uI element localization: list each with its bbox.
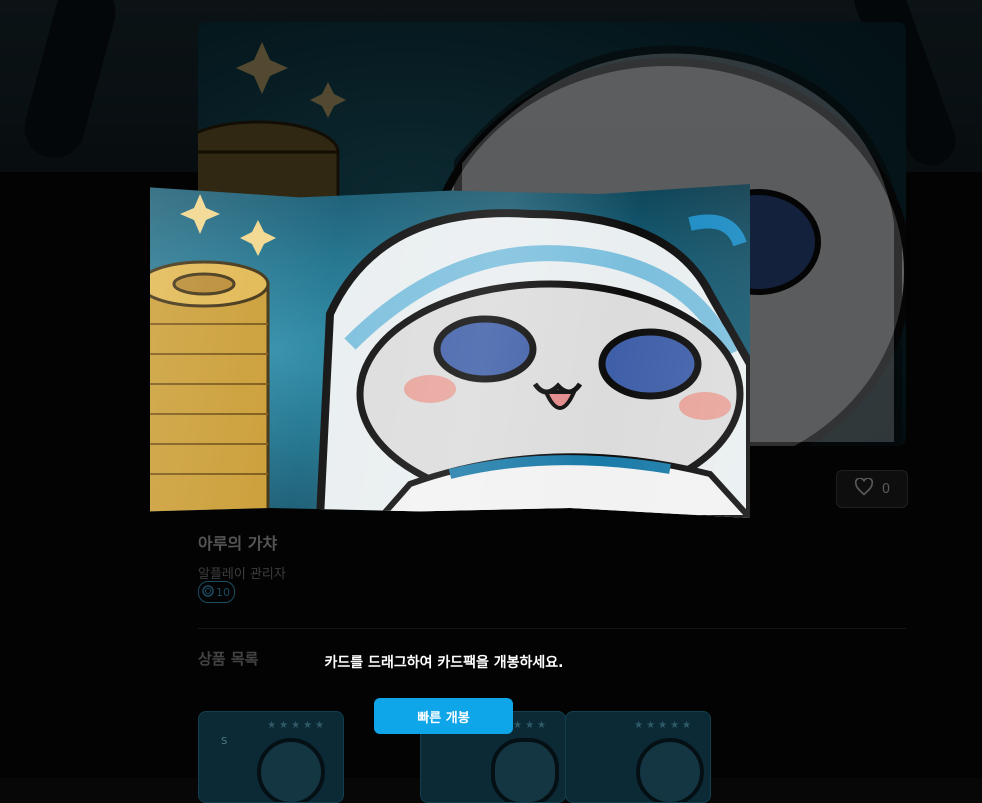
product-card[interactable]: ★★★★★ xyxy=(565,711,711,803)
card-character-image xyxy=(491,738,559,802)
quick-open-button[interactable]: 빠른 개봉 xyxy=(374,698,513,734)
open-pack-instruction: 카드를 드래그하여 카드팩을 개봉하세요. xyxy=(324,655,564,671)
card-pack[interactable] xyxy=(150,184,750,518)
card-rank: S xyxy=(221,736,228,747)
section-divider xyxy=(198,628,906,629)
price-badge: 10 xyxy=(198,581,235,603)
gacha-title: 아루의 가챠 xyxy=(198,534,278,553)
price-value: 10 xyxy=(216,585,230,599)
pack-foil-gloss xyxy=(150,184,750,518)
like-count: 0 xyxy=(881,481,891,497)
card-character-image xyxy=(257,738,325,802)
card-stars: ★★★★★ xyxy=(267,720,327,731)
heart-icon xyxy=(854,477,874,500)
creator-name: 알플레이 관리자 xyxy=(198,567,286,582)
card-character-image xyxy=(636,738,704,802)
like-button[interactable]: 0 xyxy=(836,470,908,508)
coin-icon xyxy=(202,584,214,600)
product-card[interactable]: S ★★★★★ xyxy=(198,711,344,803)
card-stars: ★★★★★ xyxy=(634,720,694,731)
